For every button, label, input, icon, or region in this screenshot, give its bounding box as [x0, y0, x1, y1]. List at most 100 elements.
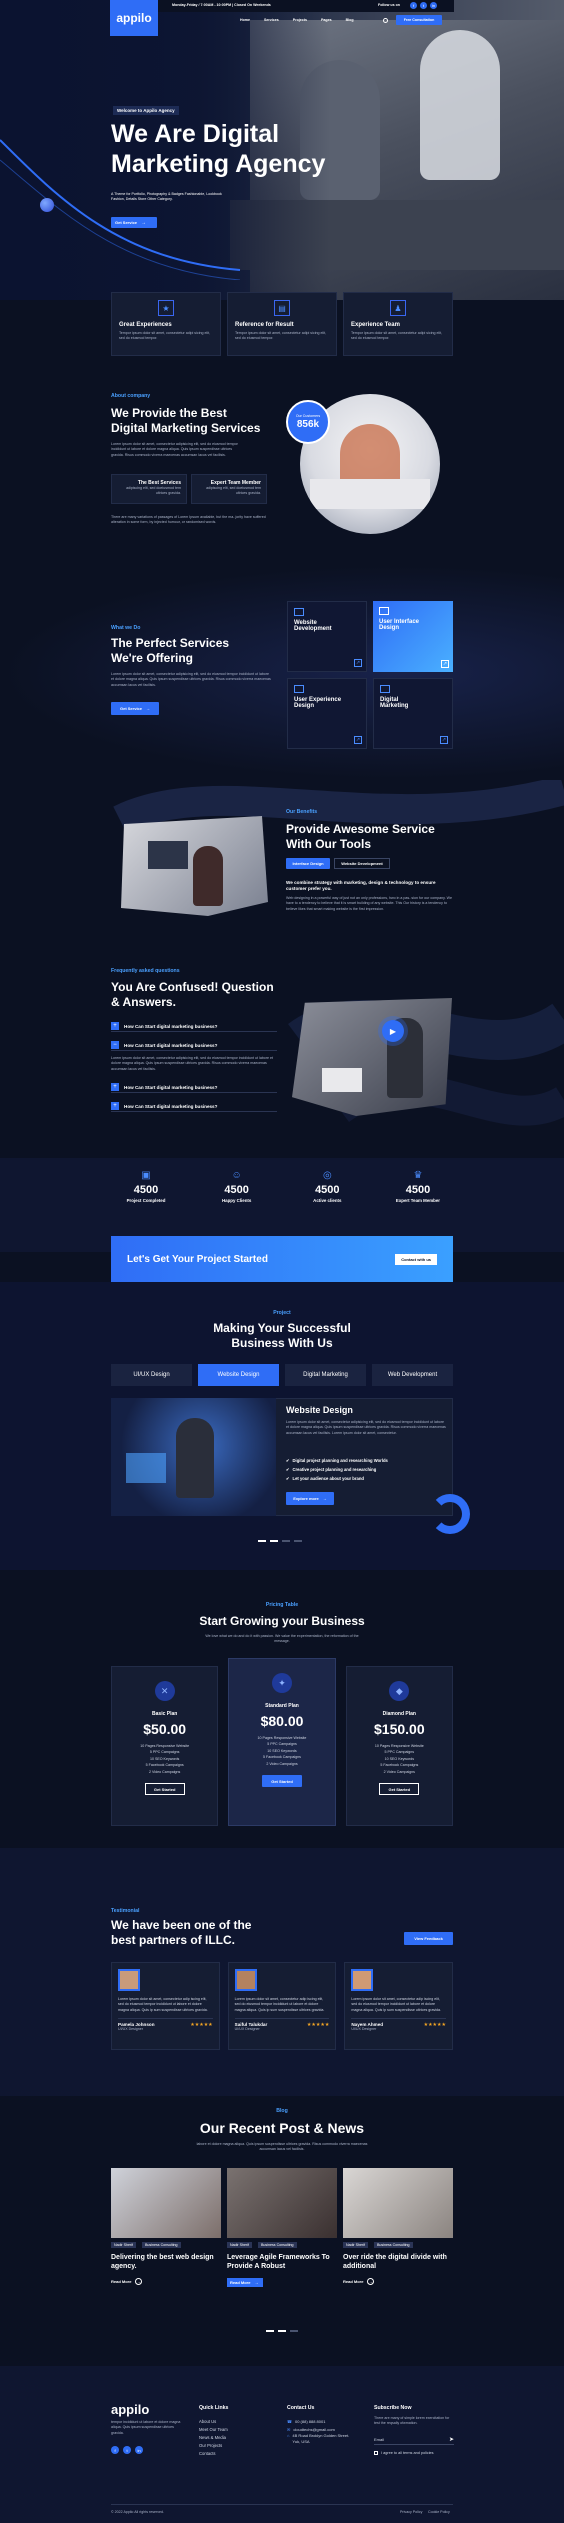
arrow-icon[interactable]: ↗	[354, 736, 362, 744]
cta-text: Let's Get Your Project Started	[127, 1253, 268, 1265]
email-input[interactable]: Email	[374, 2437, 384, 2442]
dot[interactable]	[266, 2330, 274, 2332]
arrow-icon[interactable]: ↗	[441, 660, 449, 668]
hero-get-service-button[interactable]: Get Service →	[111, 217, 157, 228]
footer-link[interactable]: Meet Our Team	[199, 2426, 228, 2434]
read-more-link[interactable]: Read More →	[343, 2277, 453, 2285]
service-card-digital-marketing[interactable]: Digital Marketing ↗	[373, 678, 453, 749]
about-tag: About company	[111, 393, 151, 399]
nav-projects[interactable]: Projects	[293, 18, 307, 23]
footer-link[interactable]: Our Projects	[199, 2442, 228, 2450]
privacy-link[interactable]: Privacy Policy	[400, 2510, 422, 2515]
testimonial-footer: Nayem Ahmed UI/UX Designer ★★★★★	[351, 2018, 447, 2032]
dot[interactable]	[282, 1540, 290, 1542]
faq-item[interactable]: + How Can Start digital marketing busine…	[111, 1082, 277, 1093]
arrow-right-icon: →	[367, 2277, 375, 2285]
faq-title-2: & Answers.	[111, 995, 176, 1009]
experience-icon: ★	[158, 300, 174, 316]
project-tabs: UI/UX Design Website Design Digital Mark…	[111, 1364, 453, 1386]
nav-services[interactable]: Services	[264, 18, 279, 23]
star-rating: ★★★★★	[423, 2022, 447, 2029]
dot[interactable]	[258, 1540, 266, 1542]
explore-more-button[interactable]: Explore more →	[286, 1492, 334, 1505]
dot[interactable]	[290, 2330, 298, 2332]
phone[interactable]: 00 (88) 888 8001	[295, 2418, 325, 2426]
agree-label: I agree to all terms and policies	[381, 2451, 434, 2455]
megaphone-icon	[380, 685, 390, 693]
blog-post-title[interactable]: Over ride the digital divide with additi…	[343, 2254, 453, 2272]
tab-web-development[interactable]: Web Development	[372, 1364, 453, 1386]
arrow-right-icon: →	[322, 1496, 327, 1501]
dot[interactable]	[294, 1540, 302, 1542]
service-card-ui-design[interactable]: User Interface Design ↗	[373, 601, 453, 672]
tab-website-development[interactable]: Website Development	[334, 858, 390, 869]
linkedin-icon[interactable]: in	[430, 2, 437, 9]
logo-box[interactable]: appilo	[110, 0, 158, 36]
faq-item[interactable]: + How Can Start digital marketing busine…	[111, 1021, 277, 1032]
star-rating: ★★★★★	[306, 2022, 330, 2029]
services-section	[0, 565, 564, 780]
service-title: User Interface Design	[379, 619, 420, 631]
about-desc: Lorem ipsum dolor sit amet, consectetur …	[111, 442, 238, 457]
facebook-icon[interactable]: f	[111, 2446, 119, 2454]
footer-logo[interactable]: appilo	[111, 2402, 149, 2417]
faq-item[interactable]: + How Can Start digital marketing busine…	[111, 1101, 277, 1112]
dot[interactable]	[278, 2330, 286, 2332]
service-title: Website Development	[294, 620, 332, 632]
service-card-website-development[interactable]: Website Development ↗	[287, 601, 367, 672]
footer-link[interactable]: Contacts	[199, 2450, 228, 2458]
tab-digital-marketing[interactable]: Digital Marketing	[285, 1364, 366, 1386]
send-icon[interactable]: ➤	[449, 2436, 454, 2443]
twitter-icon[interactable]: t	[420, 2, 427, 9]
twitter-icon[interactable]: t	[123, 2446, 131, 2454]
faq-question: How Can Start digital marketing business…	[124, 1042, 218, 1048]
get-started-button[interactable]: Get Started	[379, 1783, 420, 1796]
search-icon[interactable]	[383, 18, 388, 23]
about-image-table	[310, 479, 430, 509]
read-more-link[interactable]: Read More →	[227, 2277, 263, 2287]
linkedin-icon[interactable]: in	[135, 2446, 143, 2454]
view-feedback-button[interactable]: View Feedback	[404, 1932, 453, 1945]
get-started-button[interactable]: Get Started	[261, 1775, 302, 1788]
get-started-button[interactable]: Get Started	[144, 1783, 185, 1796]
blog-post-title[interactable]: Delivering the best web design agency.	[111, 2254, 221, 2272]
cookie-link[interactable]: Cookie Policy	[428, 2510, 450, 2515]
testimonial-quote: Lorem ipsum dolor sit amet, consectetur …	[351, 1997, 442, 2012]
contact-button[interactable]: Contact with us	[395, 1253, 437, 1265]
faq-title-1: You Are Confused! Question	[111, 980, 274, 994]
nav-blog[interactable]: Blog	[346, 18, 354, 23]
project-image	[111, 1398, 276, 1516]
tab-interface-design[interactable]: Interface Design	[286, 858, 330, 869]
read-more-link[interactable]: Read More →	[111, 2277, 221, 2285]
services-get-service-button[interactable]: Get Service →	[111, 702, 159, 715]
email[interactable]: cloudtechs@gmail.com	[293, 2426, 334, 2434]
stat-value: 4500	[315, 1184, 340, 1196]
footer-link[interactable]: News & Media	[199, 2434, 228, 2442]
blog-card[interactable]: Nadir Sherif Business Consulting Leverag…	[227, 2168, 337, 2308]
nav-home[interactable]: Home	[240, 18, 250, 23]
team-icon: ♛	[413, 1170, 423, 1181]
service-card-ux-design[interactable]: User Experience Design ↗	[287, 678, 367, 749]
play-icon[interactable]: ▶	[382, 1020, 404, 1042]
arrow-icon[interactable]: ↗	[440, 736, 448, 744]
plan-card-diamond: ◆ Diamond Plan $150.00 10 Pages Responsi…	[345, 1666, 453, 1826]
about-title-2: Digital Marketing Services	[111, 421, 261, 435]
consultation-button[interactable]: Free Consultation	[396, 15, 442, 25]
nav-pages[interactable]: Pages	[321, 18, 332, 23]
dot[interactable]	[270, 1540, 278, 1542]
pricing-cards: ✕ Basic Plan $50.00 10 Pages Responsive …	[111, 1658, 453, 1826]
stat-item: ◎ 4500 Active clients	[292, 1170, 362, 1203]
blog-card[interactable]: Nadir Sherif Business Consulting Over ri…	[343, 2168, 453, 2308]
facebook-icon[interactable]: f	[410, 2, 417, 9]
faq-item[interactable]: − How Can Start digital marketing busine…	[111, 1040, 277, 1051]
checkbox[interactable]	[374, 2451, 378, 2455]
blog-cards: Nadir Sherif Business Consulting Deliver…	[111, 2168, 453, 2308]
tab-ui-ux-design[interactable]: UI/UX Design	[111, 1364, 192, 1386]
stat-label: Active clients	[313, 1198, 342, 1203]
blog-card[interactable]: Nadir Sherif Business Consulting Deliver…	[111, 2168, 221, 2308]
briefcase-icon: ▣	[141, 1170, 151, 1181]
footer-link[interactable]: About Us	[199, 2418, 228, 2426]
arrow-icon[interactable]: ↗	[354, 659, 362, 667]
blog-post-title[interactable]: Leverage Agile Frameworks To Provide A R…	[227, 2254, 337, 2272]
tab-website-design[interactable]: Website Design	[198, 1364, 279, 1386]
